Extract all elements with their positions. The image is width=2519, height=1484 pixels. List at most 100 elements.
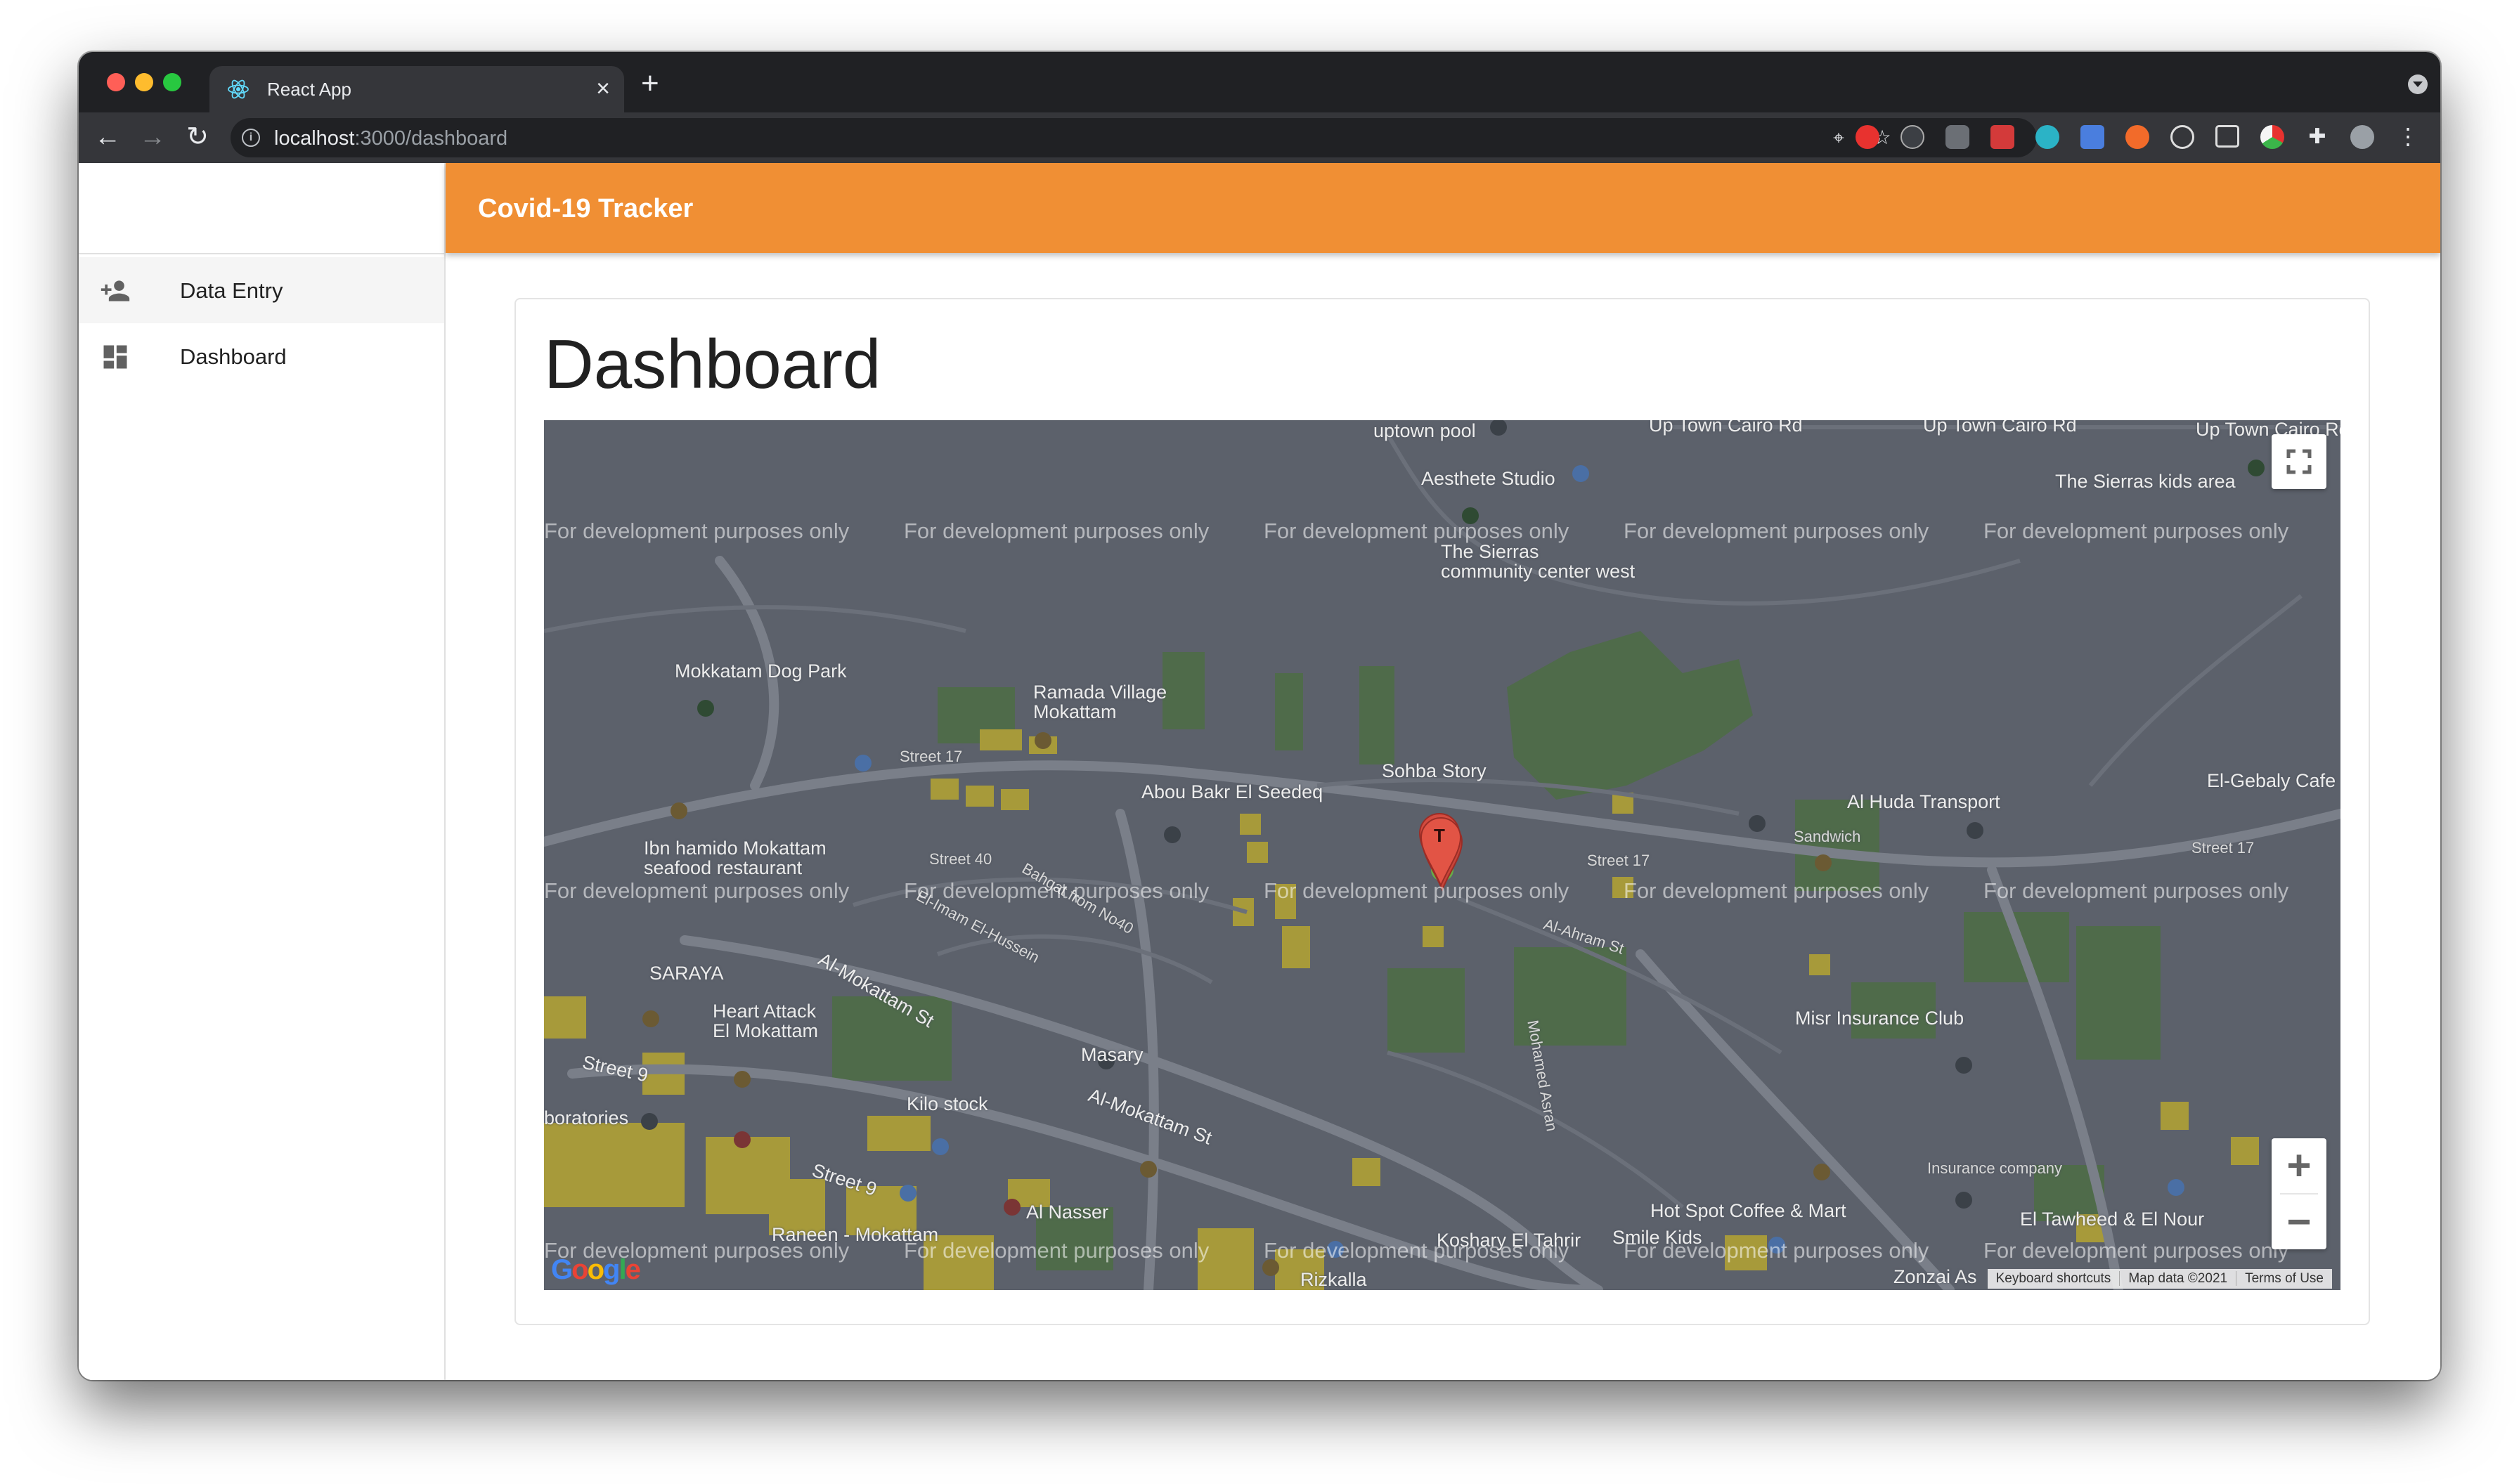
sidebar-item-label: Dashboard [180,344,287,369]
fullscreen-button[interactable] [2272,434,2326,489]
page-title: Dashboard [544,325,881,403]
map-label: Up Town Cairo Rd [1923,420,2077,436]
extension-icon[interactable] [1990,125,2014,149]
map-label: Sohba Story [1382,760,1487,781]
extension-icon[interactable] [1856,125,1879,149]
profile-avatar[interactable] [2350,125,2374,149]
map-label: Up Town Cairo Rd [1649,420,1803,436]
extension-icon[interactable] [2035,125,2059,149]
dev-watermark: For development purposes only [544,519,850,543]
dev-watermark: For development purposes only [1983,519,2289,543]
dev-watermark: For development purposes only [544,878,850,903]
map-label: El Mokattam [713,1020,819,1041]
map-label: community center west [1441,561,1636,582]
extension-icon[interactable] [2260,125,2284,149]
map-label: Mokkatam Dog Park [675,660,847,682]
map-label: Al Nasser [1026,1202,1109,1223]
maximize-window-button[interactable] [163,73,181,91]
map-label: Rizkalla [1300,1269,1367,1290]
extension-icon[interactable] [1900,125,1924,149]
map-marker-label: T [1434,825,1445,846]
keyboard-shortcuts-link[interactable]: Keyboard shortcuts [1988,1271,2120,1286]
dev-watermark: For development purposes only [1264,519,1569,543]
zoom-in-button[interactable]: + [2272,1138,2326,1193]
address-bar[interactable]: i localhost:3000/dashboard ⌖ ☆ [231,118,2037,157]
sidebar-item-dashboard[interactable]: Dashboard [79,323,444,389]
map-label: Street 40 [929,850,992,868]
map-label: Street 17 [900,748,963,765]
map-label: Kilo stock [907,1093,988,1114]
new-tab-button[interactable]: + [641,67,659,100]
dev-watermark: For development purposes only [904,878,1210,903]
map-label: Sandwich [1794,828,1861,845]
map-label: Ibn hamido Mokattam [644,838,827,859]
map-label: Abou Bakr El Seedeq [1141,781,1323,802]
extension-icon[interactable] [1945,125,1969,149]
google-map[interactable]: T uptown pool Up Town Cairo Rd Up Town C… [544,420,2340,1290]
location-pin-icon[interactable]: ⌖ [1826,125,1851,150]
browser-window: React App × + ← → ↻ i localhost:3000/das… [79,52,2440,1380]
map-label: boratories [544,1107,629,1128]
dev-watermark: For development purposes only [1624,878,1929,903]
close-window-button[interactable] [107,73,125,91]
url-text[interactable]: localhost:3000/dashboard [274,127,507,150]
fullscreen-icon [2286,449,2312,474]
zoom-control: + − [2272,1138,2326,1249]
dev-watermark: For development purposes only [904,519,1210,543]
map-label: El Tawheed & El Nour [2020,1209,2205,1230]
site-info-icon[interactable]: i [242,129,260,147]
tab-strip: React App × + [79,52,2440,112]
person-add-icon [101,280,130,301]
browser-menu-icon[interactable]: ⋮ [2397,124,2419,149]
map-label: Aesthete Studio [1421,468,1555,489]
back-button[interactable]: ← [91,121,124,153]
map-label: Al Huda Transport [1847,791,2000,812]
map-label: Misr Insurance Club [1795,1008,1964,1029]
minimize-window-button[interactable] [135,73,153,91]
extension-icon[interactable] [2125,125,2149,149]
dashboard-card: Dashboard T uptown pool Up Town Cairo Rd… [514,298,2370,1325]
app-title: Covid-19 Tracker [478,194,694,223]
map-attribution: Keyboard shortcuts Map data ©2021 Terms of… [1987,1269,2332,1289]
dev-watermark: For development purposes only [1983,1238,2289,1263]
browser-tab[interactable]: React App × [209,66,624,112]
react-icon [228,79,249,99]
dev-watermark: For development purposes only [1264,1238,1569,1263]
extension-icon[interactable] [2080,125,2104,149]
map-label: seafood restaurant [644,857,803,878]
map-label: The Sierras kids area [2055,471,2236,492]
map-label: Mokattam [1033,701,1117,722]
map-data-text: Map data ©2021 [2119,1271,2236,1286]
tab-title: React App [267,79,351,100]
map-label: Masary [1081,1044,1144,1065]
extension-icon[interactable] [2215,125,2239,148]
dev-watermark: For development purposes only [1624,519,1929,543]
dev-watermark: For development purposes only [1264,878,1569,903]
puzzle-icon[interactable]: ✚ [2305,125,2329,149]
dev-watermark: For development purposes only [904,1238,1210,1263]
tab-search-button[interactable] [2408,74,2428,94]
extension-icon[interactable] [2170,125,2194,149]
dev-watermark: For development purposes only [1983,878,2289,903]
terms-link[interactable]: Terms of Use [2236,1271,2332,1286]
reload-button[interactable]: ↻ [181,121,214,153]
map-label: Heart Attack [713,1001,817,1022]
map-label: Street 17 [1587,852,1650,869]
sidebar-item-data-entry[interactable]: Data Entry [79,257,444,323]
browser-toolbar: ← → ↻ i localhost:3000/dashboard ⌖ ☆ ✚ ⋮ [79,112,2440,163]
map-label: El-Gebaly Cafe [2207,770,2336,791]
tab-close-icon[interactable]: × [596,74,610,103]
app-root: Data Entry Dashboard Covid-19 Tracker Da… [79,163,2440,1380]
dev-watermark: For development purposes only [1624,1238,1929,1263]
zoom-out-button[interactable]: − [2272,1195,2326,1249]
map-label: Zonzai As [1893,1266,1977,1287]
map-label: Ramada Village [1033,682,1167,703]
app-bar: Covid-19 Tracker [446,163,2440,253]
sidebar-header [79,163,444,254]
sidebar: Data Entry Dashboard [79,163,446,1380]
map-label: Street 17 [2191,839,2255,857]
map-label: Insurance company [1927,1159,2062,1177]
google-logo[interactable]: Google [551,1254,641,1286]
map-label: uptown pool [1373,420,1476,441]
forward-button[interactable]: → [136,121,169,153]
